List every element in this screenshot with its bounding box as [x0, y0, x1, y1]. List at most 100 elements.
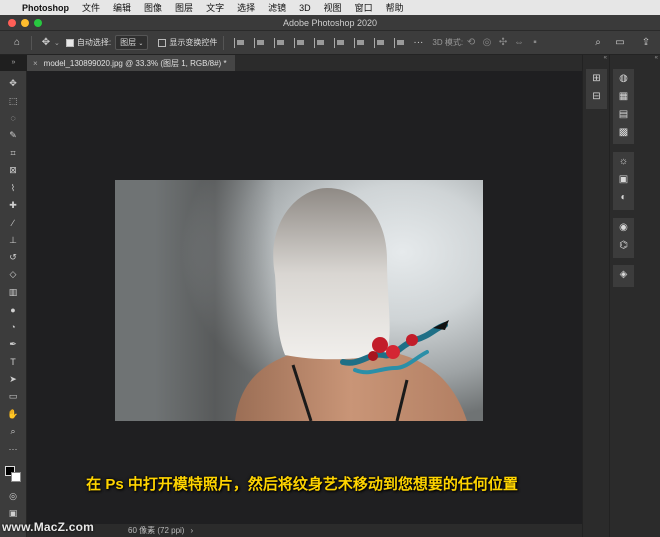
auto-select-checkbox[interactable] [65, 38, 74, 47]
3d-roll-icon[interactable]: ◎ [479, 35, 495, 51]
menu-help[interactable]: 帮助 [386, 1, 404, 14]
quick-select-tool[interactable]: ✎ [2, 127, 24, 144]
3d-slide-icon[interactable]: ⇔ [511, 35, 527, 51]
search-icon[interactable]: ⌕ [590, 35, 606, 51]
history-icon[interactable]: ⊞ [587, 69, 607, 87]
color-swatches [2, 464, 24, 488]
menu-type[interactable]: 文字 [206, 1, 224, 14]
auto-select-label: 自动选择: [76, 38, 112, 47]
lasso-tool[interactable]: ◌ [2, 110, 24, 127]
status-menu-arrow[interactable]: › [190, 526, 193, 535]
chevron-down-icon[interactable]: ⌄ [54, 39, 60, 47]
menu-window[interactable]: 窗口 [355, 1, 373, 14]
path-selection-tool[interactable]: ➤ [2, 371, 24, 388]
canvas-workspace[interactable]: 在 Ps 中打开模特照片，然后将纹身艺术移动到您想要的任何位置 [27, 71, 582, 524]
3d-scale-icon[interactable]: ▪ [527, 35, 543, 51]
eyedropper-tool[interactable]: ⌇ [2, 179, 24, 196]
home-icon[interactable]: ⌂ [9, 35, 25, 51]
menu-app-name[interactable]: Photoshop [22, 3, 69, 13]
marquee-tool[interactable]: ⬚ [2, 92, 24, 109]
quick-mask-icon[interactable]: ◎ [2, 488, 24, 505]
collapse-toolbar-icon[interactable]: » [0, 55, 27, 71]
chevron-down-icon: ⌄ [138, 41, 144, 47]
panel-strip-right: « ◍ ▦ ▤ ▩ ☼ ▣ ◐ ◉ ⌬ ◈ [609, 55, 660, 537]
rectangle-tool[interactable]: ▭ [2, 388, 24, 405]
history-brush-tool[interactable]: ↺ [2, 249, 24, 266]
adjustments-panel-group: ☼ ▣ ◐ [613, 152, 634, 210]
tools-panel: » ✥ ⬚ ◌ ✎ ⌗ ⊠ ⌇ ✚ ∕ ⊥ ↺ ◇ ▥ ● ◔ ✒ T ➤ ▭ ✋ ⌕ ··· ◎ ▣ [0, 59, 27, 537]
brush-tool[interactable]: ∕ [2, 214, 24, 231]
paths-icon[interactable]: ⌬ [614, 236, 634, 254]
clone-stamp-tool[interactable]: ⊥ [2, 232, 24, 249]
type-tool[interactable]: T [2, 353, 24, 370]
gradient-tool[interactable]: ▥ [2, 284, 24, 301]
patterns-icon[interactable]: ▩ [614, 123, 634, 141]
more-options-icon[interactable]: ··· [410, 35, 426, 51]
zoom-window-button[interactable] [34, 19, 42, 27]
learn-icon[interactable]: ☼ [614, 152, 634, 170]
menu-filter[interactable]: 滤镜 [268, 1, 286, 14]
move-tool-preset-icon[interactable]: ✥ [38, 35, 54, 51]
align-left-icon[interactable] [234, 37, 246, 48]
history-panel-group: ⊞ ⊟ [586, 69, 607, 109]
watermark: www.MacZ.com [2, 520, 94, 534]
close-window-button[interactable] [8, 19, 16, 27]
background-color-swatch[interactable] [11, 471, 21, 482]
3d-pan-icon[interactable]: ✣ [495, 35, 511, 51]
menu-view[interactable]: 视图 [324, 1, 342, 14]
move-tool[interactable]: ✥ [2, 75, 24, 92]
3d-orbit-icon[interactable]: ⟲ [463, 35, 479, 51]
adjustments-icon[interactable]: ◐ [614, 188, 634, 206]
more-tools[interactable]: ··· [2, 440, 24, 457]
window-controls [8, 19, 42, 27]
document-tab-label: model_130899020.jpg @ 33.3% (图层 1, RGB/8… [43, 58, 227, 68]
divider [31, 35, 32, 50]
properties-icon[interactable]: ⊟ [587, 87, 607, 105]
minimize-window-button[interactable] [21, 19, 29, 27]
share-icon[interactable]: ⇪ [638, 35, 654, 51]
workspace-icon[interactable]: ▭ [612, 35, 628, 51]
menu-image[interactable]: 图像 [144, 1, 162, 14]
menu-layer[interactable]: 图层 [175, 1, 193, 14]
crop-tool[interactable]: ⌗ [2, 145, 24, 162]
pen-tool[interactable]: ✒ [2, 336, 24, 353]
channels-icon[interactable]: ◉ [614, 218, 634, 236]
libraries-icon[interactable]: ▣ [614, 170, 634, 188]
swatches-icon[interactable]: ▦ [614, 87, 634, 105]
layers-panel-group: ◈ [613, 265, 634, 287]
eraser-tool[interactable]: ◇ [2, 266, 24, 283]
align-top-icon[interactable] [294, 37, 306, 48]
align-right-icon[interactable] [274, 37, 286, 48]
gradients-icon[interactable]: ▤ [614, 105, 634, 123]
distribute-top-icon[interactable] [354, 37, 366, 48]
auto-select-target-dropdown[interactable]: 图层 ⌄ [115, 35, 149, 50]
collapse-panels-icon[interactable]: « [583, 55, 609, 65]
tutorial-caption: 在 Ps 中打开模特照片，然后将纹身艺术移动到您想要的任何位置 [86, 476, 518, 493]
close-tab-icon[interactable]: × [33, 59, 38, 68]
show-transform-label: 显示变换控件 [169, 38, 218, 47]
menu-select[interactable]: 选择 [237, 1, 255, 14]
frame-tool[interactable]: ⊠ [2, 162, 24, 179]
menu-edit[interactable]: 编辑 [113, 1, 131, 14]
layers-icon[interactable]: ◈ [614, 265, 634, 283]
distribute-bottom-icon[interactable] [394, 37, 406, 48]
model-photo[interactable] [115, 180, 483, 421]
panel-strip-left: « ⊞ ⊟ [582, 55, 609, 537]
show-transform-checkbox[interactable] [158, 38, 167, 47]
window-title: Adobe Photoshop 2020 [282, 17, 378, 28]
menu-file[interactable]: 文件 [82, 1, 100, 14]
dodge-tool[interactable]: ◔ [2, 318, 24, 335]
3d-mode-label: 3D 模式: [432, 38, 464, 47]
distribute-middle-icon[interactable] [374, 37, 386, 48]
document-tab[interactable]: × model_130899020.jpg @ 33.3% (图层 1, RGB… [27, 55, 235, 71]
align-middle-icon[interactable] [314, 37, 326, 48]
zoom-tool[interactable]: ⌕ [2, 423, 24, 440]
hand-tool[interactable]: ✋ [2, 405, 24, 422]
blur-tool[interactable]: ● [2, 301, 24, 318]
align-center-icon[interactable] [254, 37, 266, 48]
align-bottom-icon[interactable] [334, 37, 346, 48]
collapse-panels-icon[interactable]: « [610, 55, 660, 65]
color-icon[interactable]: ◍ [614, 69, 634, 87]
menu-3d[interactable]: 3D [299, 3, 311, 13]
healing-brush-tool[interactable]: ✚ [2, 197, 24, 214]
